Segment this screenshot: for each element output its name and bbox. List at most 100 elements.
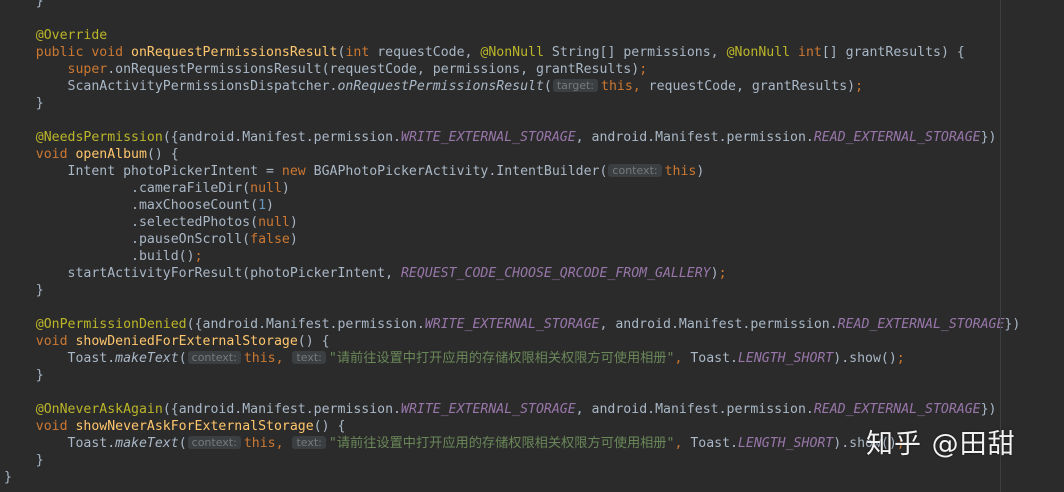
code-token: ScanActivityPermissionsDispatcher. — [4, 79, 338, 94]
code-line[interactable]: @OnNeverAskAgain({android.Manifest.permi… — [4, 401, 997, 418]
code-token: void — [35, 334, 76, 349]
code-token: .build() — [4, 249, 195, 264]
code-token: READ_EXTERNAL_STORAGE — [813, 130, 981, 145]
parameter-hint: context: — [608, 164, 662, 177]
code-line[interactable]: void showNeverAskForExternalStorage() { — [4, 418, 346, 435]
code-token: @Override — [35, 28, 108, 43]
code-token: @OnPermissionDenied — [35, 317, 187, 332]
code-token: openAlbum — [75, 147, 147, 162]
code-line[interactable]: .selectedPhotos(null) — [4, 214, 298, 231]
code-token: [] grantResults) { — [821, 45, 965, 60]
code-token: , android.Manifest.permission. — [575, 130, 814, 145]
code-token: Toast. — [690, 436, 738, 451]
code-token: Toast. — [690, 351, 738, 366]
code-line[interactable]: void openAlbum() { — [4, 146, 179, 163]
code-line[interactable]: .cameraFileDir(null) — [4, 180, 290, 197]
code-token: }) — [980, 402, 997, 417]
code-line[interactable]: .maxChooseCount(1) — [4, 197, 274, 214]
code-token: } — [4, 283, 44, 298]
code-token: , android.Manifest.permission. — [575, 402, 814, 417]
code-token: ).show() — [833, 351, 897, 366]
code-line[interactable]: @Override — [4, 27, 107, 44]
code-token: false — [250, 232, 290, 247]
code-token: ; — [896, 351, 905, 366]
code-token: }) — [980, 130, 997, 145]
code-token: public void — [35, 45, 132, 60]
code-token: ) — [696, 164, 705, 179]
code-token: requestCode, — [377, 45, 481, 60]
code-line[interactable]: .pauseOnScroll(false) — [4, 231, 298, 248]
parameter-hint: context: — [187, 351, 241, 364]
code-line[interactable]: Toast.makeText(context: this, text: "请前往设置… — [4, 350, 905, 367]
code-token: BGAPhotoPickerActivity.IntentBuilder( — [313, 164, 608, 179]
code-line[interactable]: Toast.makeText(context: this, text: "请前往设置… — [4, 435, 905, 452]
code-token: void — [35, 419, 76, 434]
code-token: requestCode, grantResults) — [648, 79, 856, 94]
code-token: LENGTH_SHORT — [737, 351, 834, 366]
code-token: super — [67, 62, 108, 77]
code-line[interactable]: .build(); — [4, 248, 203, 265]
code-token: void — [35, 147, 76, 162]
code-token: Intent photoPickerIntent = — [4, 164, 282, 179]
code-line[interactable]: } — [4, 95, 44, 112]
code-token: ({android.Manifest.permission. — [162, 402, 401, 417]
code-line[interactable]: super.onRequestPermissionsResult(request… — [4, 61, 648, 78]
code-token: .onRequestPermissionsResult(requestCode,… — [107, 62, 640, 77]
code-token: @NeedsPermission — [35, 130, 163, 145]
code-line[interactable]: } — [4, 452, 44, 469]
code-token: makeText — [115, 351, 179, 366]
code-line[interactable]: ScanActivityPermissionsDispatcher.onRequ… — [4, 78, 863, 95]
code-line[interactable]: Intent photoPickerIntent = new BGAPhotoP… — [4, 163, 704, 180]
code-token: this — [664, 164, 697, 179]
code-line[interactable]: void showDeniedForExternalStorage() { — [4, 333, 330, 350]
code-line[interactable]: } — [4, 282, 44, 299]
code-line[interactable]: } — [4, 367, 44, 384]
code-token: () { — [313, 419, 346, 434]
code-token: this, — [601, 79, 649, 94]
code-token: READ_EXTERNAL_STORAGE — [837, 317, 1005, 332]
code-token: } — [4, 470, 12, 485]
code-token: LENGTH_SHORT — [737, 436, 834, 451]
code-line[interactable]: public void onRequestPermissionsResult(i… — [4, 44, 965, 61]
code-token: int — [798, 45, 822, 60]
code-token: @OnNeverAskAgain — [35, 402, 163, 417]
code-token: showDeniedForExternalStorage — [75, 334, 298, 349]
code-line[interactable]: startActivityForResult(photoPickerIntent… — [4, 265, 727, 282]
code-token: null — [258, 215, 290, 230]
code-token: ) — [710, 266, 719, 281]
code-token: ( — [178, 351, 187, 366]
watermark: 知乎 @田甜 — [866, 429, 1016, 460]
code-line[interactable]: @OnPermissionDenied({android.Manifest.pe… — [4, 316, 1021, 333]
code-token: null — [250, 181, 282, 196]
code-token: WRITE_EXTERNAL_STORAGE — [401, 130, 576, 145]
code-token: () { — [146, 147, 179, 162]
code-token: this, — [243, 351, 292, 366]
code-token: @NonNull — [726, 45, 799, 60]
code-token: makeText — [115, 436, 179, 451]
parameter-hint: context: — [187, 436, 241, 449]
code-token: () { — [297, 334, 330, 349]
code-token: ) — [266, 198, 274, 213]
code-token: ; — [194, 249, 203, 264]
code-editor[interactable]: } @Override public void onRequestPermiss… — [0, 0, 1064, 492]
code-line[interactable]: } — [4, 469, 12, 486]
code-token: , — [674, 351, 691, 366]
code-token: startActivityForResult(photoPickerIntent… — [4, 266, 401, 281]
code-token: .cameraFileDir( — [4, 181, 251, 196]
code-line[interactable]: } — [4, 0, 44, 10]
code-token: 1 — [258, 198, 267, 213]
code-token: Toast. — [4, 436, 116, 451]
code-token: WRITE_EXTERNAL_STORAGE — [424, 317, 600, 332]
code-token: this, — [243, 436, 292, 451]
parameter-hint: text: — [292, 351, 326, 364]
code-line[interactable]: @NeedsPermission({android.Manifest.permi… — [4, 129, 997, 146]
code-token: ({android.Manifest.permission. — [162, 130, 401, 145]
code-token: }) — [1004, 317, 1021, 332]
code-token: ) — [289, 215, 298, 230]
